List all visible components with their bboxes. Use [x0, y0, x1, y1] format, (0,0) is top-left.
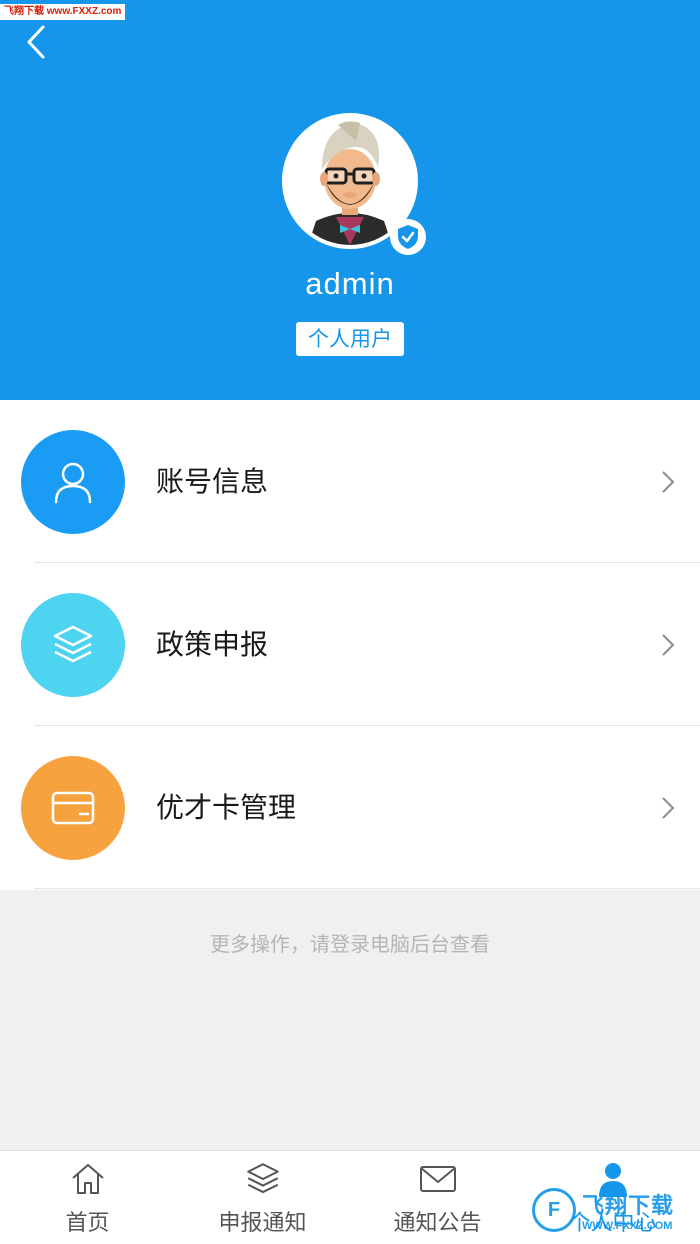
menu-item-account-info[interactable]: 账号信息 — [0, 400, 700, 563]
watermark-logo: F — [532, 1188, 576, 1232]
verified-badge — [390, 219, 426, 255]
avatar[interactable] — [282, 113, 426, 255]
watermark-name: 飞翔下载 — [582, 1194, 675, 1219]
tab-label: 首页 — [65, 1211, 110, 1236]
divider — [34, 888, 700, 889]
user-icon — [54, 462, 92, 504]
tab-announcements[interactable]: 通知公告 — [350, 1151, 525, 1244]
shield-check-icon — [398, 225, 418, 249]
tab-home[interactable]: 首页 — [0, 1151, 175, 1244]
watermark-top: 飞翔下载 www.FXXZ.com — [0, 4, 126, 20]
layers-icon — [53, 625, 93, 663]
menu-icon-circle — [21, 593, 125, 697]
tab-label: 申报通知 — [218, 1211, 307, 1236]
layers-icon — [246, 1163, 279, 1194]
tab-declaration-notice[interactable]: 申报通知 — [175, 1151, 350, 1244]
home-icon — [71, 1164, 104, 1194]
role-badge: 个人用户 — [296, 322, 404, 356]
chevron-right-icon — [662, 471, 675, 493]
back-button[interactable] — [18, 24, 54, 60]
mail-icon — [419, 1166, 456, 1192]
menu-item-label: 账号信息 — [156, 465, 269, 498]
menu-list: 账号信息 政策申报 优才卡管理 — [0, 400, 700, 890]
card-icon — [51, 791, 95, 825]
profile-header: admin 个人用户 — [0, 0, 700, 400]
menu-icon-circle — [21, 430, 125, 534]
chevron-right-icon — [662, 634, 675, 656]
chevron-right-icon — [662, 797, 675, 819]
menu-item-label: 政策申报 — [156, 628, 269, 661]
menu-icon-circle — [21, 756, 125, 860]
menu-item-label: 优才卡管理 — [156, 791, 297, 824]
menu-item-policy-declaration[interactable]: 政策申报 — [0, 563, 700, 726]
menu-item-talent-card[interactable]: 优才卡管理 — [0, 726, 700, 889]
username: admin — [305, 266, 395, 301]
chevron-left-icon — [27, 25, 45, 59]
hint-text: 更多操作，请登录电脑后台查看 — [210, 932, 490, 956]
watermark-url: WWW.FXXZ.COM — [582, 1220, 673, 1232]
watermark-bottom: F 飞翔下载 WWW.FXXZ.COM — [532, 1182, 692, 1238]
tab-label: 通知公告 — [393, 1211, 482, 1236]
